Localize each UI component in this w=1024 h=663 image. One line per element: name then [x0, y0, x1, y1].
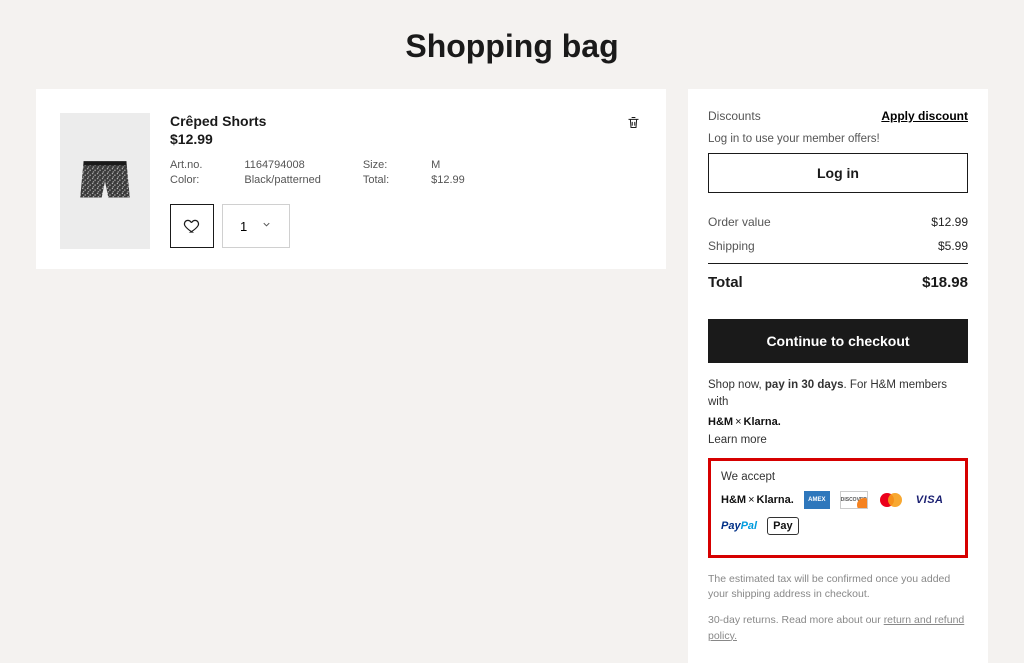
payment-icons-row-1: H&M×Klarna. AMEX DISCOVER VISA [721, 491, 955, 509]
checkout-button[interactable]: Continue to checkout [708, 319, 968, 363]
discounts-label: Discounts [708, 109, 761, 123]
visa-icon: VISA [916, 491, 944, 509]
login-button[interactable]: Log in [708, 153, 968, 193]
heart-icon [183, 217, 201, 235]
hm-klarna-icon: H&M×Klarna. [721, 494, 794, 506]
learn-more-link[interactable]: Learn more [708, 434, 968, 446]
order-value-label: Order value [708, 215, 771, 229]
total-label: Total [708, 274, 743, 291]
total-row: Total $18.98 [708, 263, 968, 291]
shorts-image-icon [72, 148, 138, 214]
applepay-icon: Pay [767, 517, 799, 535]
mastercard-icon [878, 491, 906, 509]
login-message: Log in to use your member offers! [708, 133, 968, 145]
item-controls: 1 [170, 204, 642, 248]
apply-discount-link[interactable]: Apply discount [881, 109, 968, 123]
product-thumbnail[interactable] [60, 113, 150, 249]
meta-value-total: $12.99 [431, 174, 465, 186]
item-body: Crêped Shorts $12.99 Art.no. Color: [170, 113, 642, 248]
page-title: Shopping bag [0, 0, 1024, 89]
cart-panel: Crêped Shorts $12.99 Art.no. Color: [36, 89, 666, 269]
item-top-row: Crêped Shorts $12.99 [170, 113, 642, 147]
quantity-select[interactable]: 1 [222, 204, 290, 248]
we-accept-box: We accept H&M×Klarna. AMEX DISCOVER VISA… [708, 458, 968, 558]
favorite-button[interactable] [170, 204, 214, 248]
paypal-icon: PayPal [721, 517, 757, 535]
pay-later-note: Shop now, pay in 30 days. For H&M member… [708, 377, 968, 412]
remove-item-button[interactable] [624, 113, 642, 131]
trash-icon [626, 115, 641, 130]
returns-note: 30-day returns. Read more about our retu… [708, 613, 968, 645]
summary-panel: Discounts Apply discount Log in to use y… [688, 89, 988, 663]
item-meta: Art.no. Color: 1164794008 Black/patterne… [170, 159, 642, 186]
meta-label-artno: Art.no. [170, 159, 202, 171]
hm-klarna-badge: H&M×Klarna. [708, 416, 968, 428]
total-value: $18.98 [922, 274, 968, 291]
payment-icons-row-2: PayPal Pay [721, 517, 955, 535]
meta-label-total: Total: [363, 174, 389, 186]
tax-note: The estimated tax will be confirmed once… [708, 572, 968, 604]
item-price: $12.99 [170, 131, 266, 147]
meta-value-size: M [431, 159, 465, 171]
meta-value-artno: 1164794008 [244, 159, 320, 171]
quantity-value: 1 [240, 219, 247, 234]
main-container: Crêped Shorts $12.99 Art.no. Color: [0, 89, 1024, 663]
meta-label-color: Color: [170, 174, 202, 186]
meta-value-color: Black/patterned [244, 174, 320, 186]
order-value: $12.99 [931, 215, 968, 229]
item-title: Crêped Shorts [170, 113, 266, 129]
cart-item: Crêped Shorts $12.99 Art.no. Color: [60, 113, 642, 249]
shipping-label: Shipping [708, 239, 755, 253]
shipping-value: $5.99 [938, 239, 968, 253]
discover-icon: DISCOVER [840, 491, 868, 509]
meta-label-size: Size: [363, 159, 389, 171]
we-accept-label: We accept [721, 471, 955, 483]
chevron-down-icon [261, 219, 272, 233]
amex-icon: AMEX [804, 491, 830, 509]
